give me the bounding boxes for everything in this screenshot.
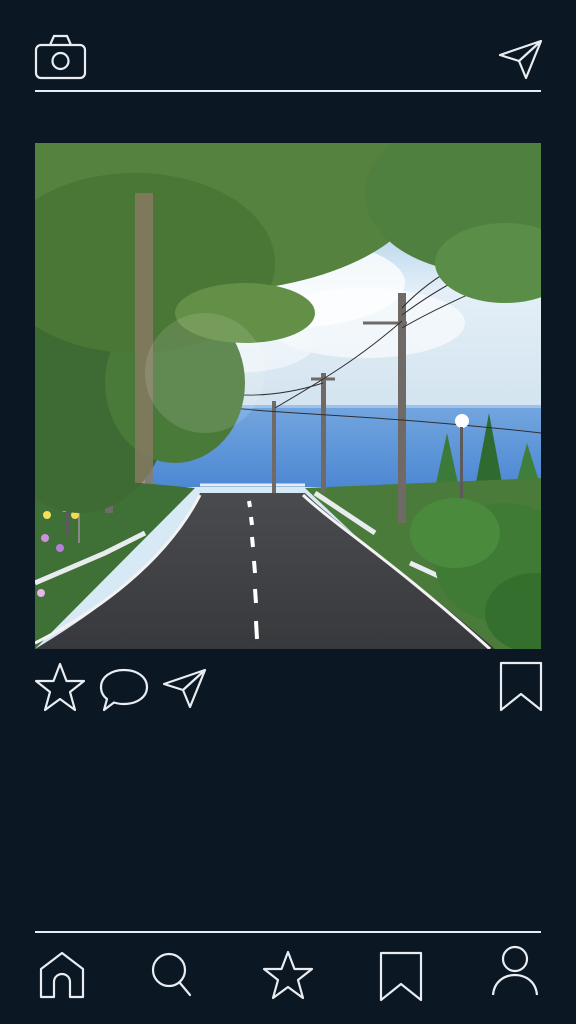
- favorites-star-icon[interactable]: [260, 950, 316, 1002]
- comment-icon[interactable]: [98, 666, 150, 714]
- search-icon[interactable]: [150, 950, 194, 1000]
- saved-bookmark-icon[interactable]: [378, 951, 424, 1003]
- profile-icon[interactable]: [490, 944, 540, 998]
- send-icon[interactable]: [498, 39, 544, 81]
- post-image[interactable]: 40: [35, 143, 541, 649]
- home-icon[interactable]: [38, 950, 86, 1000]
- share-icon[interactable]: [162, 668, 208, 710]
- bookmark-icon[interactable]: [498, 661, 544, 713]
- camera-icon[interactable]: [34, 33, 88, 81]
- bottom-nav-divider: [35, 931, 541, 933]
- header-divider: [35, 90, 541, 92]
- star-icon[interactable]: [33, 662, 87, 714]
